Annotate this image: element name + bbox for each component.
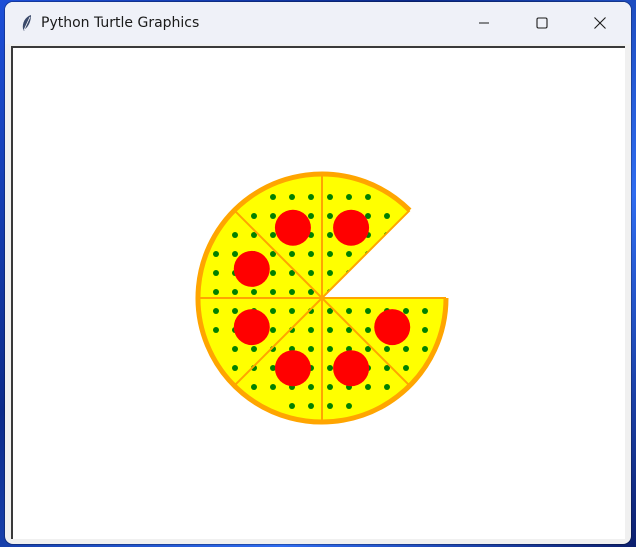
herb-dot (422, 346, 428, 352)
herb-dot (365, 384, 371, 390)
herb-dot (403, 346, 409, 352)
pepperoni (233, 309, 270, 346)
herb-dot (346, 403, 352, 409)
herb-dot (232, 308, 238, 314)
herb-dot (365, 327, 371, 333)
herb-dot (365, 308, 371, 314)
pepperoni (233, 250, 270, 287)
herb-dot (327, 251, 333, 257)
herb-dot (422, 289, 428, 295)
herb-dot (232, 232, 238, 238)
herb-dot (384, 213, 390, 219)
herb-dot (270, 232, 276, 238)
herb-dot (270, 213, 276, 219)
herb-dot (308, 270, 314, 276)
herb-dot (308, 194, 314, 200)
herb-dot (289, 289, 295, 295)
pepperoni (274, 350, 311, 387)
herb-dot (289, 403, 295, 409)
herb-dot (213, 270, 219, 276)
herb-dot (422, 308, 428, 314)
herb-dot (270, 327, 276, 333)
herb-dot (365, 270, 371, 276)
herb-dot (346, 308, 352, 314)
herb-dot (270, 308, 276, 314)
close-icon (594, 17, 606, 29)
minimize-button[interactable] (455, 2, 513, 44)
herb-dot (251, 384, 257, 390)
herb-dot (213, 251, 219, 257)
herb-dot (232, 251, 238, 257)
title-bar[interactable]: Python Turtle Graphics (5, 2, 631, 44)
herb-dot (327, 232, 333, 238)
herb-dot (270, 270, 276, 276)
herb-dot (327, 270, 333, 276)
herb-dot (289, 194, 295, 200)
herb-dot (327, 194, 333, 200)
herb-dot (251, 213, 257, 219)
pepperoni (374, 309, 411, 346)
herb-dot (403, 232, 409, 238)
herb-dot (232, 346, 238, 352)
maximize-icon (536, 17, 548, 29)
herb-dot (327, 213, 333, 219)
herb-dot (213, 289, 219, 295)
herb-dot (422, 270, 428, 276)
close-button[interactable] (571, 2, 629, 44)
herb-dot (308, 213, 314, 219)
herb-dot (251, 289, 257, 295)
herb-dot (327, 403, 333, 409)
herb-dot (346, 194, 352, 200)
herb-dot (308, 403, 314, 409)
herb-dot (422, 327, 428, 333)
herb-dot (384, 289, 390, 295)
herb-dot (213, 327, 219, 333)
herb-dot (384, 346, 390, 352)
herb-dot (384, 251, 390, 257)
maximize-button[interactable] (513, 2, 571, 44)
pepperoni (333, 350, 370, 387)
herb-dot (308, 346, 314, 352)
herb-dot (422, 251, 428, 257)
herb-dot (232, 289, 238, 295)
herb-dot (327, 365, 333, 371)
herb-dot (270, 289, 276, 295)
herb-dot (213, 308, 219, 314)
herb-dot (270, 384, 276, 390)
herb-dot (365, 194, 371, 200)
herb-dot (403, 251, 409, 257)
herb-dot (403, 308, 409, 314)
herb-dot (308, 327, 314, 333)
herb-dot (308, 251, 314, 257)
herb-dot (289, 308, 295, 314)
herb-dot (232, 365, 238, 371)
turtle-canvas[interactable] (11, 46, 625, 539)
herb-dot (384, 384, 390, 390)
herb-dot (403, 289, 409, 295)
minimize-icon (479, 22, 489, 24)
pizza-drawing (195, 171, 449, 425)
pepperoni (333, 209, 370, 246)
turtle-window: Python Turtle Graphics (5, 2, 631, 544)
window-title: Python Turtle Graphics (41, 15, 200, 31)
herb-dot (327, 327, 333, 333)
herb-dot (327, 346, 333, 352)
herb-dot (308, 384, 314, 390)
herb-dot (289, 251, 295, 257)
pepperoni (274, 209, 311, 246)
herb-dot (403, 270, 409, 276)
herb-dot (251, 346, 257, 352)
herb-dot (384, 270, 390, 276)
herb-dot (346, 251, 352, 257)
herb-dot (346, 289, 352, 295)
herb-dot (270, 194, 276, 200)
herb-dot (327, 384, 333, 390)
feather-icon (22, 15, 31, 31)
herb-dot (365, 289, 371, 295)
herb-dot (403, 365, 409, 371)
